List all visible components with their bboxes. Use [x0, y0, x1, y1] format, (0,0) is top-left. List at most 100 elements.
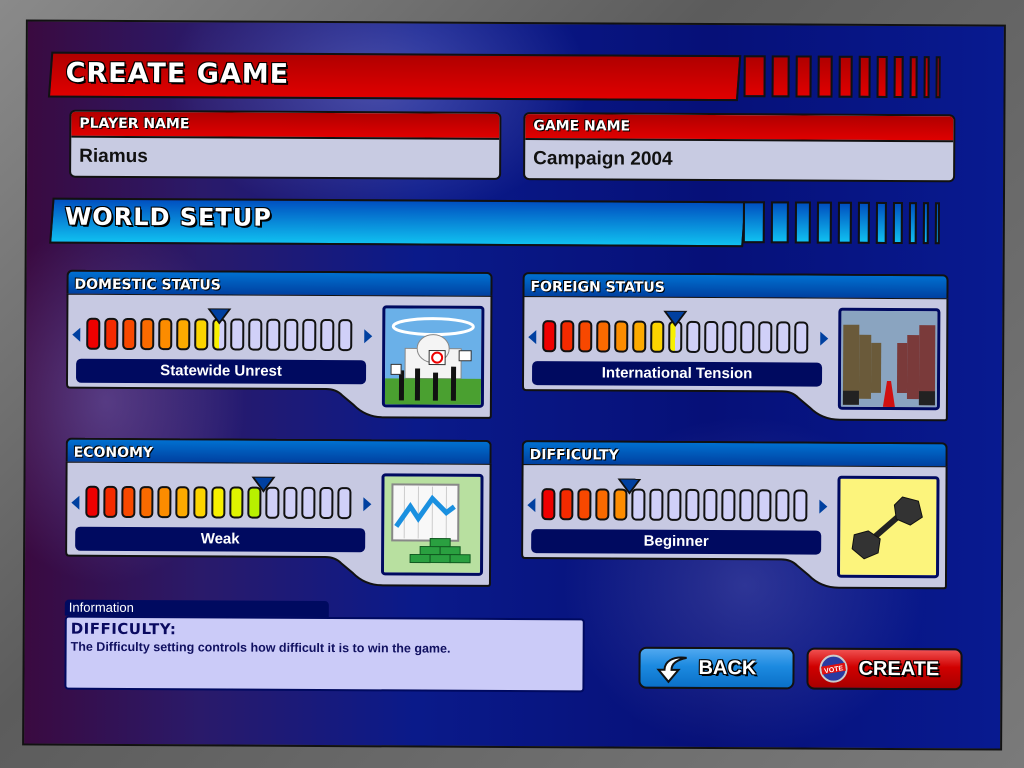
soldiers-lineup-image: [837, 307, 941, 411]
segment[interactable]: [175, 486, 190, 519]
segment[interactable]: [614, 320, 629, 353]
segment[interactable]: [578, 320, 593, 353]
economy-value-label: Weak: [75, 526, 366, 553]
back-button[interactable]: BACK: [638, 646, 795, 690]
information-panel: Information DIFFICULTY: The Difficulty s…: [64, 599, 586, 695]
player-name-field: PLAYER NAME: [69, 109, 502, 180]
segment[interactable]: [649, 488, 664, 521]
economy-segment-bar[interactable]: [85, 485, 352, 520]
segment[interactable]: [193, 486, 208, 519]
segment[interactable]: [194, 318, 209, 351]
segment[interactable]: [284, 318, 299, 351]
segment[interactable]: [229, 486, 244, 519]
segment[interactable]: [301, 486, 316, 519]
segment[interactable]: [338, 319, 353, 352]
segment[interactable]: [542, 320, 557, 353]
segment[interactable]: [302, 318, 317, 351]
difficulty-segment-bar[interactable]: [541, 488, 808, 522]
segment[interactable]: [722, 321, 737, 354]
segment[interactable]: [176, 318, 191, 351]
segment[interactable]: [595, 488, 610, 521]
foreign-slider-body: International Tension: [521, 296, 949, 422]
vote-badge-icon: VOTE: [819, 654, 848, 683]
segment[interactable]: [337, 487, 352, 520]
information-title: DIFFICULTY:: [70, 619, 177, 639]
segment[interactable]: [794, 321, 809, 354]
information-text: The Difficulty setting controls how diff…: [70, 639, 451, 656]
segment[interactable]: [122, 317, 137, 351]
game-name-field: GAME NAME: [523, 112, 956, 183]
segment[interactable]: [632, 320, 647, 353]
world-setup-decor-stripes: [742, 201, 940, 245]
stock-chart-money-image: [381, 473, 484, 576]
difficulty-level-marker[interactable]: [617, 478, 642, 495]
game-name-input[interactable]: [525, 140, 942, 181]
domestic-slider-title: DOMESTIC STATUS: [66, 269, 493, 296]
segment[interactable]: [86, 317, 101, 350]
segment[interactable]: [283, 486, 298, 519]
create-button-label: CREATE: [858, 657, 940, 680]
economy-increase-arrow-icon[interactable]: [363, 497, 372, 512]
segment[interactable]: [140, 318, 155, 351]
segment[interactable]: [776, 321, 791, 354]
segment[interactable]: [320, 318, 335, 352]
segment[interactable]: [541, 488, 556, 521]
domestic-value-label: Statewide Unrest: [76, 358, 367, 385]
foreign-decrease-arrow-icon[interactable]: [528, 330, 537, 345]
domestic-decrease-arrow-icon[interactable]: [72, 327, 81, 342]
segment[interactable]: [686, 320, 701, 353]
segment[interactable]: [793, 489, 808, 522]
segment[interactable]: [211, 486, 226, 519]
segment[interactable]: [85, 485, 100, 518]
back-button-label: BACK: [698, 656, 757, 679]
segment[interactable]: [758, 321, 773, 354]
header-decor-stripes: [743, 55, 941, 99]
back-arrow-icon: [656, 656, 687, 684]
segment[interactable]: [103, 485, 118, 518]
segment[interactable]: [685, 488, 700, 521]
segment[interactable]: [104, 317, 119, 350]
segment[interactable]: [157, 486, 172, 519]
domestic-level-marker[interactable]: [207, 308, 232, 325]
game-name-label: GAME NAME: [525, 114, 954, 143]
segment[interactable]: [319, 486, 334, 520]
segment[interactable]: [704, 320, 719, 354]
player-name-input[interactable]: [71, 137, 488, 178]
segment[interactable]: [775, 489, 790, 522]
segment[interactable]: [577, 488, 592, 521]
segment[interactable]: [559, 488, 574, 521]
foreign-status-card: FOREIGN STATUS International Tension: [521, 272, 953, 422]
foreign-slider-title: FOREIGN STATUS: [522, 272, 949, 299]
segment[interactable]: [560, 320, 575, 353]
segment[interactable]: [248, 318, 263, 351]
dumbbell-image: [836, 475, 940, 579]
domestic-increase-arrow-icon[interactable]: [364, 329, 373, 344]
segment[interactable]: [740, 321, 755, 354]
segment[interactable]: [596, 320, 611, 353]
economy-level-marker[interactable]: [251, 476, 276, 493]
segment[interactable]: [667, 488, 682, 521]
segment[interactable]: [266, 318, 281, 351]
segment[interactable]: [739, 489, 754, 522]
player-name-label: PLAYER NAME: [71, 111, 500, 140]
segment[interactable]: [121, 485, 136, 519]
segment[interactable]: [650, 320, 665, 353]
segment[interactable]: [139, 486, 154, 519]
difficulty-increase-arrow-icon[interactable]: [819, 499, 828, 514]
create-button[interactable]: VOTE CREATE: [806, 647, 963, 691]
segment[interactable]: [158, 318, 173, 351]
segment[interactable]: [703, 488, 718, 522]
economy-card: ECONOMY Weak: [65, 437, 496, 588]
domestic-slider-body: Statewide Unrest: [66, 293, 493, 419]
difficulty-slider-title: DIFFICULTY: [521, 440, 948, 467]
page-title: CREATE GAME: [65, 57, 290, 90]
foreign-increase-arrow-icon[interactable]: [820, 331, 829, 346]
foreign-level-marker[interactable]: [663, 310, 688, 327]
segment[interactable]: [721, 489, 736, 522]
information-body: DIFFICULTY: The Difficulty setting contr…: [64, 615, 585, 693]
segment[interactable]: [230, 318, 245, 351]
segment[interactable]: [757, 489, 772, 522]
economy-decrease-arrow-icon[interactable]: [71, 495, 80, 510]
difficulty-card: DIFFICULTY Beginner: [521, 440, 952, 590]
difficulty-decrease-arrow-icon[interactable]: [527, 498, 536, 513]
